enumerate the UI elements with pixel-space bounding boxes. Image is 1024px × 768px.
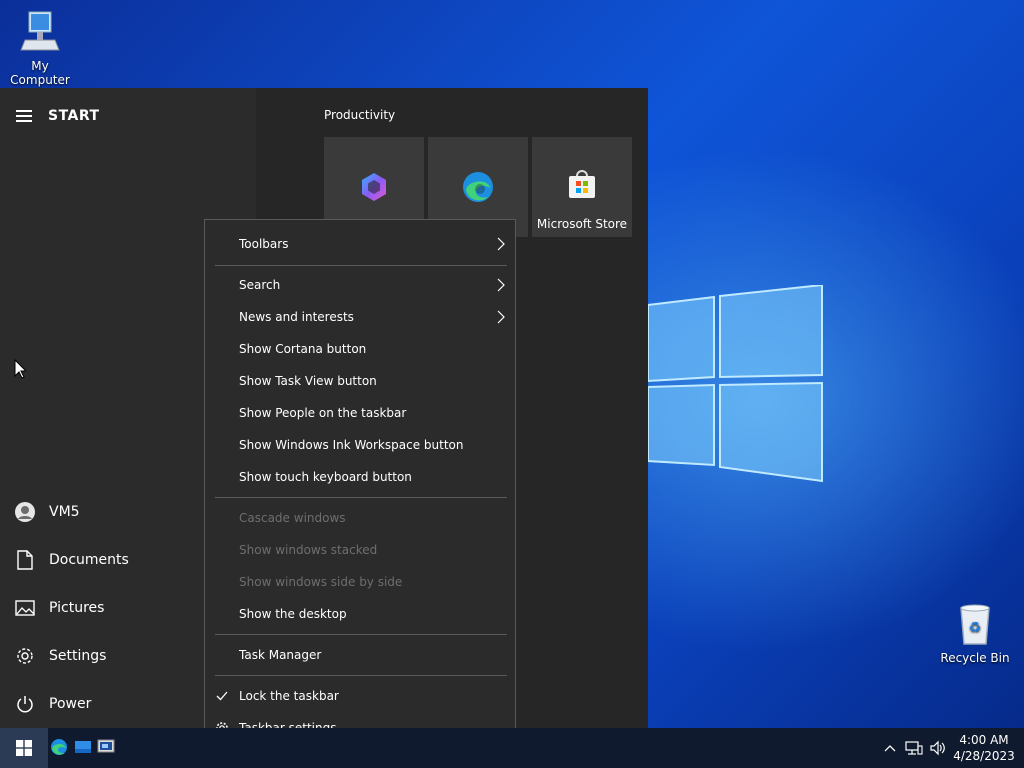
start-item-label: VM5 — [49, 504, 80, 520]
menu-item-label: Show touch keyboard button — [239, 470, 412, 484]
start-item-label: Documents — [49, 552, 129, 568]
volume-button[interactable] — [926, 736, 950, 760]
menu-item-show-ink-workspace[interactable]: Show Windows Ink Workspace button — [205, 429, 515, 461]
menu-item-label: Task Manager — [239, 648, 322, 662]
start-menu-title: START — [48, 108, 100, 124]
menu-item-show-task-view[interactable]: Show Task View button — [205, 365, 515, 397]
network-icon — [905, 741, 923, 755]
windows-logo-wallpaper — [647, 285, 823, 483]
start-item-label: Power — [49, 696, 92, 712]
menu-item-label: Show windows stacked — [239, 543, 378, 557]
gear-icon — [14, 645, 36, 667]
pictures-icon — [14, 597, 36, 619]
taskbar: 4:00 AM 4/28/2023 — [0, 728, 1024, 768]
windows-logo-icon — [16, 740, 32, 756]
volume-icon — [930, 740, 945, 756]
edge-icon — [51, 739, 67, 755]
explorer-icon — [75, 741, 91, 753]
mouse-cursor-icon — [14, 359, 26, 379]
menu-item-news-and-interests[interactable]: News and interests — [205, 301, 515, 333]
menu-separator — [215, 675, 507, 676]
start-menu-header: START — [16, 108, 100, 124]
desktop-icon-recycle-bin[interactable]: ♻ Recycle Bin — [935, 602, 1015, 665]
menu-item-label: Show People on the taskbar — [239, 406, 407, 420]
chevron-right-icon — [497, 310, 505, 324]
user-icon — [14, 501, 36, 523]
menu-item-label: Show windows side by side — [239, 575, 403, 589]
edge-icon — [463, 172, 493, 202]
menu-separator — [215, 265, 507, 266]
desktop-icon-label: Recycle Bin — [940, 651, 1010, 665]
menu-item-show-windows-side-by-side: Show windows side by side — [205, 566, 515, 598]
taskbar-context-menu: Toolbars Search News and interests Show … — [204, 219, 516, 751]
taskbar-clock[interactable]: 4:00 AM 4/28/2023 — [950, 732, 1018, 764]
office-icon — [362, 173, 386, 201]
chevron-right-icon — [497, 237, 505, 251]
menu-separator — [215, 634, 507, 635]
svg-text:♻: ♻ — [969, 620, 982, 636]
store-icon — [569, 170, 595, 198]
menu-item-search[interactable]: Search — [205, 269, 515, 301]
desktop-icon-label: My Computer — [10, 59, 70, 87]
start-item-label: Pictures — [49, 600, 105, 616]
menu-item-label: Show Cortana button — [239, 342, 367, 356]
menu-item-show-cortana[interactable]: Show Cortana button — [205, 333, 515, 365]
checkmark-icon — [215, 689, 229, 703]
remote-desktop-icon — [97, 739, 115, 753]
tile-label: Microsoft Store — [536, 217, 628, 231]
menu-item-show-desktop[interactable]: Show the desktop — [205, 598, 515, 630]
tile-group-title: Productivity — [324, 108, 396, 122]
start-item-label: Settings — [49, 648, 107, 664]
show-hidden-icons-button[interactable] — [878, 736, 902, 760]
desktop-icon-my-computer[interactable]: My Computer — [0, 10, 80, 87]
menu-item-lock-taskbar[interactable]: Lock the taskbar — [205, 680, 515, 712]
system-tray: 4:00 AM 4/28/2023 — [878, 728, 1024, 768]
clock-date: 4/28/2023 — [953, 749, 1015, 763]
network-button[interactable] — [902, 736, 926, 760]
menu-item-label: Toolbars — [239, 237, 289, 251]
menu-item-label: Show the desktop — [239, 607, 347, 621]
menu-item-show-touch-keyboard[interactable]: Show touch keyboard button — [205, 461, 515, 493]
taskbar-edge-button[interactable] — [49, 736, 69, 758]
menu-separator — [215, 497, 507, 498]
menu-item-show-people[interactable]: Show People on the taskbar — [205, 397, 515, 429]
menu-item-toolbars[interactable]: Toolbars — [205, 228, 515, 260]
menu-item-task-manager[interactable]: Task Manager — [205, 639, 515, 671]
document-icon — [14, 549, 36, 571]
taskbar-explorer-button[interactable] — [73, 736, 93, 758]
menu-item-label: Show Task View button — [239, 374, 377, 388]
tile-microsoft-store[interactable]: Microsoft Store — [532, 137, 632, 237]
menu-item-label: Cascade windows — [239, 511, 346, 525]
clock-time: 4:00 AM — [959, 733, 1009, 747]
menu-item-show-windows-stacked: Show windows stacked — [205, 534, 515, 566]
menu-item-cascade-windows: Cascade windows — [205, 502, 515, 534]
start-button[interactable] — [0, 728, 48, 768]
computer-icon — [20, 11, 60, 51]
power-icon — [14, 693, 36, 715]
hamburger-menu-icon[interactable] — [16, 110, 32, 122]
menu-item-label: Show Windows Ink Workspace button — [239, 438, 464, 452]
taskbar-remote-desktop-button[interactable] — [96, 736, 116, 758]
menu-item-label: News and interests — [239, 310, 354, 324]
menu-item-label: Search — [239, 278, 281, 292]
chevron-up-icon — [884, 745, 896, 752]
recycle-bin-icon: ♻ — [960, 604, 990, 645]
menu-item-label: Lock the taskbar — [239, 689, 339, 703]
chevron-right-icon — [497, 278, 505, 292]
